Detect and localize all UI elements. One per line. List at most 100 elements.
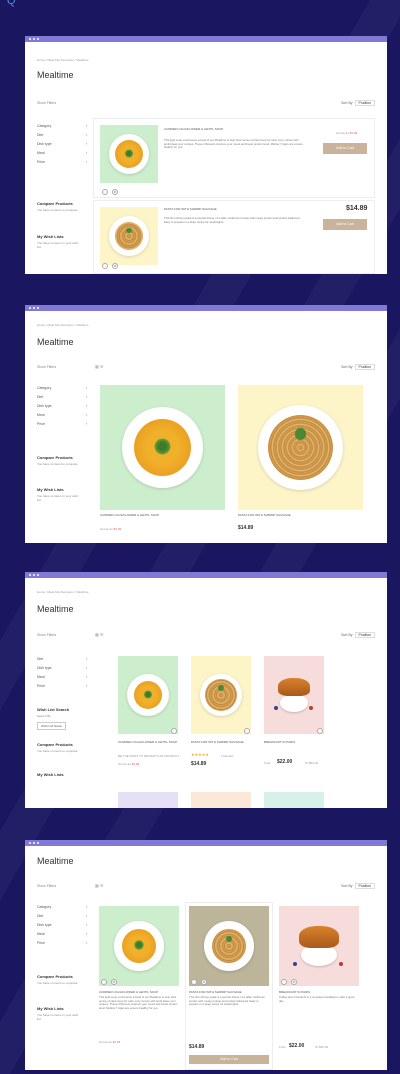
product-image[interactable] [279,906,359,986]
show-filters-button[interactable]: Show Filters [37,101,56,105]
product-name[interactable]: CURRIED CAULIFLOWER & LENTIL SOUP [118,740,177,744]
filter-dish-type[interactable]: Dish type › [37,401,87,410]
product-name[interactable]: CURRIED CAULIFLOWER & LENTIL SOUP [164,127,223,131]
product-image[interactable] [118,792,178,808]
sort-select[interactable]: Position [354,100,375,106]
product-name[interactable]: CURRIED CAULIFLOWER & LENTIL SOUP [100,513,159,517]
add-to-cart-button[interactable]: Add to Cart [323,219,367,230]
filter-list: Diet › Dish type › Meal › Price › [37,654,87,690]
product-price: $14.89 [238,525,254,531]
wishlist-heart-icon[interactable]: ♡ [317,728,323,734]
filter-list: Category › Diet › Dish type › Meal › Price › [37,902,87,947]
show-filters-button[interactable]: Show Filters [37,884,56,888]
filter-diet[interactable]: Diet › [37,130,87,139]
sort-select[interactable]: Position [354,883,375,889]
filter-price[interactable]: Price › [37,938,87,947]
sort-by[interactable]: Sort By Position [341,100,375,106]
view-mode-icon[interactable]: ▦ ☰ [95,364,103,369]
product-image[interactable] [100,125,158,183]
compare-text: You have no items to compare. [37,208,79,212]
wishlist-title: My Wish Lists [37,487,64,492]
screenshot-grid-2col: Home / Meal Kits Decorator / Mealtime Me… [25,305,387,543]
sort-select[interactable]: Position [354,632,375,638]
view-mode-icon[interactable]: ▦ ☰ [95,632,103,637]
page-title: Mealtime [37,856,74,866]
wishlist-text: You have no items in your wish list. [37,1013,79,1021]
filter-price[interactable]: Price › [37,419,87,428]
sort-by[interactable]: Sort By Position [341,364,375,370]
filter-dish-type[interactable]: Dish type › [37,920,87,929]
product-name[interactable]: PASTA FOR WITH SHRIMP SAUSAGE [238,513,291,517]
product-image[interactable] [118,656,178,734]
product-image[interactable] [264,792,324,808]
wishlist-heart-icon[interactable]: ♡ [281,979,287,985]
wishlist-heart-icon[interactable]: ♡ [102,263,108,269]
filter-diet[interactable]: Diet › [37,654,87,663]
product-image[interactable] [191,792,251,808]
review-count[interactable]: 1 Review [221,754,233,758]
wishlist-heart-icon[interactable]: ♡ [101,979,107,985]
price-from: From [264,761,271,765]
breadcrumb[interactable]: Home / Meal Kits Decorator / Mealtime [37,590,89,594]
product-image[interactable] [264,656,324,734]
sort-label: Sort By [341,884,353,888]
compare-icon[interactable]: ⇄ [112,263,118,269]
compare-icon[interactable]: ⇄ [291,979,297,985]
breadcrumb[interactable]: Home / Meal Kits Decorator / Mealtime [37,323,89,327]
add-to-cart-button[interactable]: Add to Cart [189,1055,269,1064]
compare-title: Compare Products [37,201,73,206]
filter-dish-type[interactable]: Dish type › [37,663,87,672]
compare-text: You have no items to compare. [37,749,79,753]
product-name[interactable]: PASTA FOR WITH SHRIMP SAUSAGE [191,740,244,744]
wishlist-heart-icon[interactable]: ♡ [191,979,197,985]
filter-dish-type[interactable]: Dish type › [37,139,87,148]
rating-stars: ★★★★★ [191,752,209,757]
filter-meal[interactable]: Meal › [37,410,87,419]
sort-label: Sort By [341,633,353,637]
wishlist-search-select[interactable]: Wish List Name [37,722,67,730]
compare-icon[interactable]: ⇄ [111,979,117,985]
product-name[interactable]: CURRIED CAULIFLOWER & LENTIL SOUP [99,990,158,994]
view-mode-icon[interactable]: ▦ ☰ [95,883,103,888]
filter-meal[interactable]: Meal › [37,148,87,157]
wishlist-search-label: Search By [37,714,51,718]
show-filters-button[interactable]: Show Filters [37,633,56,637]
compare-title: Compare Products [37,974,73,979]
filter-category[interactable]: Category › [37,121,87,130]
product-image[interactable] [100,207,158,265]
breadcrumb[interactable]: Home / Meal Kits Decorator / Mealtime [37,58,89,62]
filter-meal[interactable]: Meal › [37,929,87,938]
filter-diet[interactable]: Diet › [37,911,87,920]
product-image[interactable] [99,906,179,986]
product-image[interactable] [191,656,251,734]
product-name[interactable]: BREAKFAST IN PARIS [264,740,295,744]
product-name[interactable]: PASTA FOR WITH SHRIMP SAUSAGE [164,207,217,211]
filter-price[interactable]: Price › [37,681,87,690]
compare-icon[interactable]: ⇄ [201,979,207,985]
wishlist-heart-icon[interactable]: ♡ [171,728,177,734]
filter-diet[interactable]: Diet › [37,392,87,401]
sort-by[interactable]: Sort By Position [341,883,375,889]
wishlist-heart-icon[interactable]: ♡ [102,189,108,195]
wishlist-heart-icon[interactable]: ♡ [244,728,250,734]
review-link[interactable]: BE THE FIRST TO REVIEW THIS PRODUCT [118,754,179,758]
wishlist-text: You have no items in your wish list. [37,241,79,249]
show-filters-button[interactable]: Show Filters [37,365,56,369]
product-image[interactable] [238,385,363,510]
compare-title: Compare Products [37,742,73,747]
product-name[interactable]: PASTA FOR WITH SHRIMP SAUSAGE [189,990,242,994]
add-to-cart-button[interactable]: Add to Cart [323,143,367,154]
sort-by[interactable]: Sort By Position [341,632,375,638]
filter-meal[interactable]: Meal › [37,672,87,681]
product-image[interactable] [100,385,225,510]
product-name[interactable]: BREAKFAST IN PARIS [279,990,310,994]
filter-category[interactable]: Category › [37,383,87,392]
product-image[interactable] [189,906,269,986]
price-label: As low as $7.29 [118,762,140,766]
filter-category[interactable]: Category › [37,902,87,911]
top-link[interactable]: Q [7,0,16,7]
filter-list: Category › Diet › Dish type › Meal › Price › [37,121,87,166]
sort-select[interactable]: Position [354,364,375,370]
compare-icon[interactable]: ⇄ [112,189,118,195]
filter-price[interactable]: Price › [37,157,87,166]
